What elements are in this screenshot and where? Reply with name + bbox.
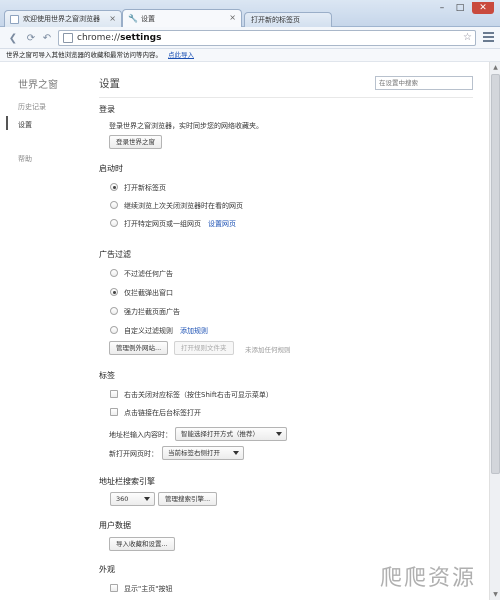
title-bar: 欢迎使用世界之窗浏览器 × 🔧 设置 × 打开新的标签页 – □ ✕	[0, 0, 500, 27]
settings-search-input[interactable]	[375, 76, 473, 90]
add-rule-link[interactable]: 添加规则	[180, 326, 208, 336]
section-title-startup: 启动时	[99, 164, 123, 173]
addressbar-behavior-select[interactable]: 智能选择打开方式（推荐）	[175, 427, 287, 441]
star-icon[interactable]: ☆	[463, 33, 472, 43]
tabs-check-label: 点击链接在后台标签打开	[124, 409, 201, 417]
select-value: 智能选择打开方式（推荐）	[181, 430, 259, 438]
close-on-right-click-checkbox[interactable]	[110, 390, 118, 398]
new-page-label: 新打开网页时：	[109, 450, 158, 458]
manage-exceptions-button[interactable]: 管理例外网站...	[109, 341, 169, 355]
tab-label: 打开新的标签页	[251, 16, 300, 24]
scroll-up-icon[interactable]: ▲	[491, 63, 500, 72]
open-rules-folder-button[interactable]: 打开规则文件夹	[174, 341, 234, 355]
adblock-radio-custom[interactable]	[110, 326, 118, 334]
login-description: 登录世界之窗浏览器，实时同步您的网络收藏夹。	[109, 122, 263, 130]
adblock-option-label: 自定义过滤规则	[124, 327, 173, 335]
addressbar-behavior-label: 地址栏输入内容时：	[109, 431, 172, 439]
startup-radio-continue[interactable]	[110, 201, 118, 209]
no-rules-text: 未添加任何规则	[245, 346, 291, 354]
minimize-button[interactable]: –	[434, 2, 450, 14]
menu-icon[interactable]	[483, 32, 494, 43]
import-link[interactable]: 点此导入	[168, 51, 194, 59]
import-bar: 世界之窗可导入其他浏览器的收藏和最常访问等内容。 点此导入	[0, 49, 500, 62]
toolbar: ❮ ⟳ ↶ chrome://settings ☆	[0, 27, 500, 49]
scroll-thumb[interactable]	[491, 74, 500, 474]
new-page-select[interactable]: 当前标签右侧打开	[162, 446, 244, 460]
background-tab-checkbox[interactable]	[110, 408, 118, 416]
section-title-adblock: 广告过滤	[99, 250, 131, 259]
startup-radio-newtab[interactable]	[110, 183, 118, 191]
show-home-label: 显示"主页"按钮	[124, 585, 173, 593]
startup-option-label: 继续浏览上次关闭浏览器时在看的网页	[124, 202, 243, 210]
tab-label: 设置	[141, 14, 155, 23]
address-bar[interactable]: chrome://settings ☆	[58, 30, 476, 46]
scroll-down-icon[interactable]: ▼	[491, 590, 500, 599]
undo-close-icon[interactable]: ↶	[40, 31, 54, 45]
page-title: 设置	[99, 78, 120, 90]
close-icon[interactable]: ×	[109, 15, 116, 23]
import-bookmarks-button[interactable]: 导入收藏和设置...	[109, 537, 175, 551]
sidebar-item-history[interactable]: 历史记录	[18, 102, 46, 112]
chevron-down-icon	[144, 497, 150, 501]
select-value: 360	[116, 495, 129, 503]
page-icon	[10, 14, 19, 24]
tab-settings[interactable]: 🔧 设置 ×	[122, 9, 242, 27]
sidebar-item-help[interactable]: 帮助	[18, 154, 32, 164]
import-bar-text: 世界之窗可导入其他浏览器的收藏和最常访问等内容。	[6, 51, 162, 59]
watermark: 爬爬资源	[380, 566, 477, 591]
settings-page: 世界之窗 历史记录 设置 帮助 设置 登录 登录世界之窗浏览器，实时同步您的网络…	[0, 62, 500, 600]
back-icon[interactable]: ❮	[6, 31, 20, 45]
adblock-option-label: 强力拦截页面广告	[124, 308, 180, 316]
section-title-appearance: 外观	[99, 565, 115, 574]
set-pages-link[interactable]: 设置网页	[208, 219, 236, 229]
section-title-tabs: 标签	[99, 371, 115, 380]
address-url: chrome://settings	[77, 33, 162, 43]
adblock-option-label: 仅拦截弹出窗口	[124, 289, 173, 297]
adblock-radio-none[interactable]	[110, 269, 118, 277]
startup-option-label: 打开新标签页	[124, 184, 166, 192]
reload-icon[interactable]: ⟳	[24, 31, 38, 45]
startup-radio-specific[interactable]	[110, 219, 118, 227]
sidebar-item-settings[interactable]: 设置	[18, 120, 32, 130]
show-home-checkbox[interactable]	[110, 584, 118, 592]
chevron-down-icon	[233, 451, 239, 455]
tab-welcome[interactable]: 欢迎使用世界之窗浏览器 ×	[4, 10, 122, 27]
adblock-option-label: 不过滤任何广告	[124, 270, 173, 278]
adblock-radio-strong[interactable]	[110, 307, 118, 315]
page-icon	[63, 33, 73, 43]
sidebar-title: 世界之窗	[18, 80, 58, 91]
login-button[interactable]: 登录世界之窗	[109, 135, 162, 149]
maximize-button[interactable]: □	[452, 2, 468, 14]
close-window-button[interactable]: ✕	[472, 2, 494, 14]
chevron-down-icon	[276, 432, 282, 436]
tab-label: 欢迎使用世界之窗浏览器	[23, 15, 100, 23]
section-title-search-engine: 地址栏搜索引擎	[99, 477, 155, 486]
select-value: 当前标签右侧打开	[168, 449, 220, 457]
wrench-icon: 🔧	[128, 14, 138, 23]
section-title-login: 登录	[99, 105, 115, 114]
close-icon[interactable]: ×	[229, 14, 236, 22]
manage-search-engines-button[interactable]: 管理搜索引擎...	[158, 492, 218, 506]
tab-new-tab[interactable]: 打开新的标签页	[244, 12, 332, 27]
section-title-user-data: 用户数据	[99, 521, 131, 530]
adblock-radio-popups[interactable]	[110, 288, 118, 296]
page-scrollbar[interactable]: ▲ ▼	[489, 62, 500, 600]
startup-option-label: 打开特定网页或一组网页	[124, 220, 201, 228]
tabs-check-label: 右击关闭对应标签（按住Shift右击可显示菜单）	[124, 391, 273, 399]
search-engine-select[interactable]: 360	[110, 492, 155, 506]
header-divider	[99, 97, 473, 98]
sidebar-active-indicator	[6, 116, 8, 130]
